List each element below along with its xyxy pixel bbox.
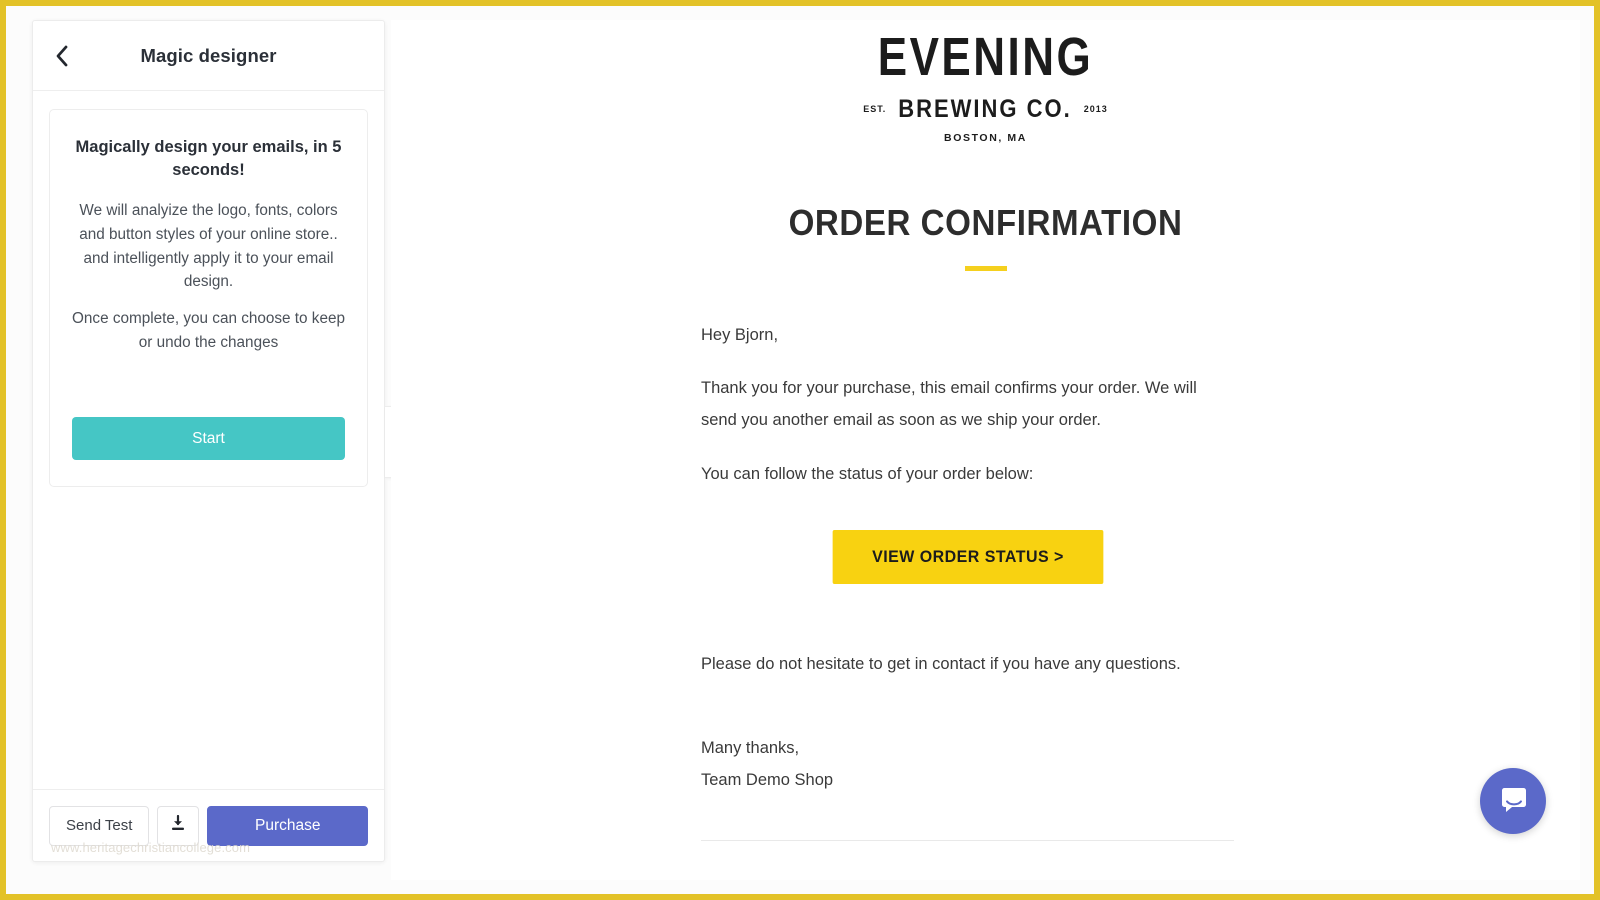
app-canvas: Magic designer Magically design your ema… (6, 6, 1594, 894)
email-signature: Many thanks, Team Demo Shop (701, 732, 1234, 796)
start-button[interactable]: Start (72, 417, 345, 460)
card-title: Magically design your emails, in 5 secon… (72, 136, 345, 183)
chevron-left-icon (54, 45, 70, 67)
email-paragraph-2: You can follow the status of your order … (701, 458, 1234, 490)
logo-wordmark: EVENING (878, 31, 1094, 85)
email-footer-divider (701, 840, 1234, 841)
chat-launcher-button[interactable] (1480, 768, 1546, 834)
send-test-button[interactable]: Send Test (49, 806, 149, 846)
email-closing: Please do not hesitate to get in contact… (701, 648, 1234, 680)
heading-accent-rule (965, 266, 1007, 271)
email-heading: ORDER CONFIRMATION (439, 202, 1533, 244)
logo-year-label: 2013 (1084, 104, 1108, 114)
sidebar-body: Magically design your emails, in 5 secon… (33, 91, 384, 789)
window-frame: Magic designer Magically design your ema… (0, 0, 1600, 900)
email-paragraph-3: Please do not hesitate to get in contact… (701, 648, 1234, 680)
email-greeting: Hey Bjorn, (701, 319, 1234, 351)
email-body: Hey Bjorn, Thank you for your purchase, … (701, 319, 1234, 796)
email-canvas: EVENING EST. BREWING CO. 2013 BOSTON, MA… (391, 20, 1580, 880)
back-button[interactable] (47, 41, 77, 71)
intercom-chat-icon (1498, 785, 1528, 818)
brand-logo: EVENING EST. BREWING CO. 2013 BOSTON, MA (391, 36, 1580, 144)
email-preview-pane: EVENING EST. BREWING CO. 2013 BOSTON, MA… (391, 20, 1580, 880)
card-description-1: We will analyize the logo, fonts, colors… (72, 199, 345, 294)
sidebar-footer-toolbar: Send Test Purchase www.heritagechristian… (33, 789, 384, 861)
card-description-2: Once complete, you can choose to keep or… (72, 307, 345, 355)
logo-est-label: EST. (863, 104, 886, 114)
sign-off-line: Many thanks, (701, 732, 1234, 764)
view-order-status-button[interactable]: VIEW ORDER STATUS > (832, 530, 1103, 584)
download-icon (170, 815, 186, 836)
page-title: Magic designer (140, 45, 276, 67)
logo-city-label: BOSTON, MA (391, 132, 1580, 144)
purchase-button[interactable]: Purchase (207, 806, 368, 846)
cta-container: VIEW ORDER STATUS > (701, 530, 1234, 584)
download-button[interactable] (157, 806, 199, 846)
magic-designer-sidebar: Magic designer Magically design your ema… (32, 20, 385, 862)
logo-brewing-label: BREWING CO. (898, 94, 1072, 124)
email-paragraph-1: Thank you for your purchase, this email … (701, 372, 1234, 436)
logo-subline: EST. BREWING CO. 2013 (391, 96, 1580, 122)
magic-designer-card: Magically design your emails, in 5 secon… (49, 109, 368, 487)
team-line: Team Demo Shop (701, 764, 1234, 796)
sidebar-header: Magic designer (33, 21, 384, 91)
